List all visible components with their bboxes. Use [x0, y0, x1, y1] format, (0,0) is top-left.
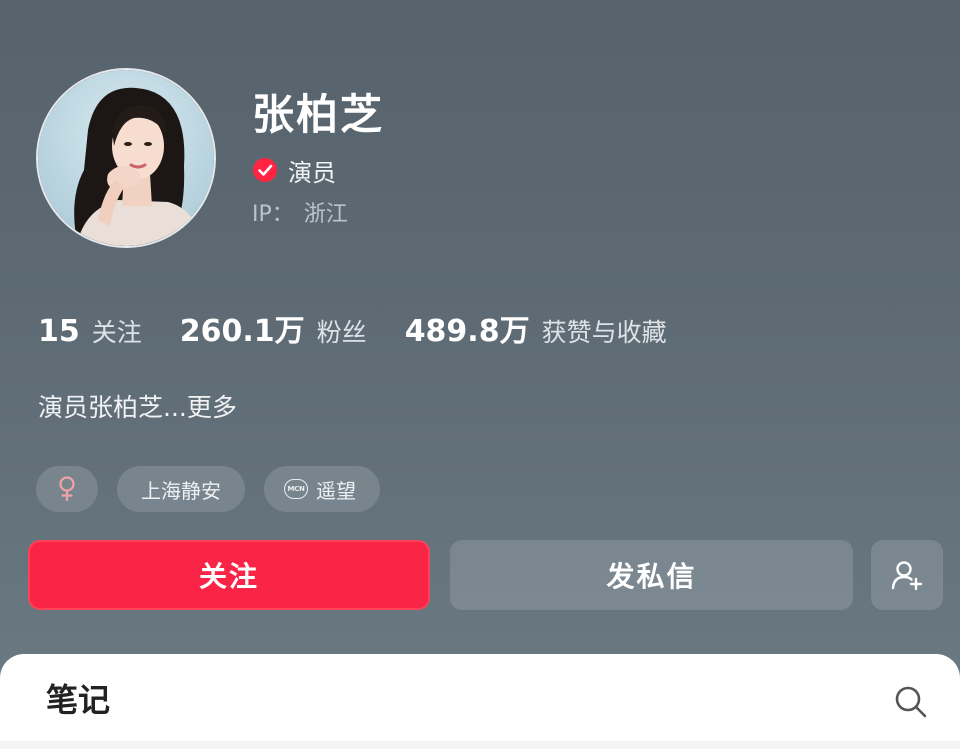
- ip-label: IP：: [252, 202, 294, 227]
- stat-following-count: 15: [38, 314, 80, 349]
- add-user-icon: [891, 561, 923, 591]
- verified-role: 演员: [252, 154, 336, 187]
- profile-tags: 上海静安 MCN 遥望: [36, 466, 399, 512]
- profile-page: { "profile": { "name": "张柏芝", "verified_…: [0, 0, 960, 749]
- follow-button[interactable]: 关注: [28, 540, 430, 610]
- stat-likes-count: 489.8万: [404, 314, 530, 349]
- location-tag-label: 上海静安: [141, 478, 221, 503]
- message-button[interactable]: 发私信: [450, 540, 853, 610]
- stat-followers-label: 粉丝: [316, 318, 367, 347]
- gender-tag: [36, 466, 98, 512]
- profile-bio[interactable]: 演员张柏芝...更多: [38, 388, 237, 428]
- notes-panel: 笔记: [0, 654, 960, 749]
- search-icon[interactable]: [893, 684, 929, 720]
- stat-likes-label: 获赞与收藏: [541, 318, 667, 347]
- verified-role-label: 演员: [288, 158, 336, 187]
- avatar[interactable]: [36, 68, 216, 248]
- add-friend-button[interactable]: [871, 540, 943, 610]
- panel-divider: [0, 741, 960, 749]
- stat-following-label: 关注: [91, 318, 142, 347]
- back-arrow-icon[interactable]: [40, 0, 68, 12]
- profile-name: 张柏芝: [252, 90, 385, 139]
- profile-stats: 15 关注 260.1万 粉丝 489.8万 获赞与收藏: [38, 306, 705, 350]
- stat-following[interactable]: 15 关注: [38, 313, 142, 349]
- notes-tab-title[interactable]: 笔记: [46, 678, 110, 722]
- stat-followers-count: 260.1万: [179, 314, 305, 349]
- mcn-badge-icon: MCN: [284, 479, 308, 499]
- stat-followers[interactable]: 260.1万 粉丝: [180, 306, 367, 350]
- stat-likes[interactable]: 489.8万 获赞与收藏: [405, 306, 667, 350]
- mcn-tag-label: 遥望: [316, 478, 356, 503]
- ip-location: IP： 浙江: [252, 200, 348, 230]
- ip-value: 浙江: [303, 202, 348, 227]
- verified-badge-icon: [253, 158, 277, 182]
- location-tag[interactable]: 上海静安: [117, 466, 245, 512]
- mcn-tag[interactable]: MCN 遥望: [264, 466, 380, 512]
- female-icon: [59, 476, 75, 502]
